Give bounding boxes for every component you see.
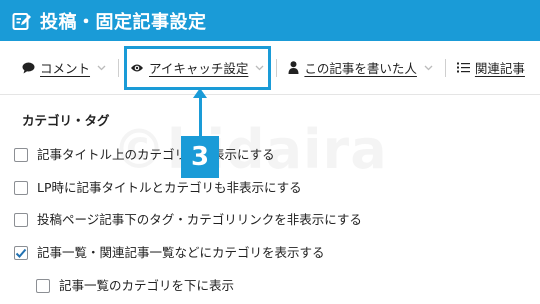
list-icon (456, 62, 470, 73)
option-label: 投稿ページ記事下のタグ・カテゴリリンクを非表示にする (37, 211, 362, 227)
option-show-category-in-lists[interactable]: 記事一覧・関連記事一覧などにカテゴリを表示する (14, 246, 325, 260)
option-label: 記事タイトル上のカテゴリを非表示にする (37, 146, 275, 162)
page-title: 投稿・固定記事設定 (40, 11, 207, 33)
chevron-down-icon (255, 65, 264, 71)
tab-label: 関連記事 (474, 61, 525, 76)
edit-note-icon (12, 11, 32, 31)
tab-divider (118, 58, 120, 77)
checkbox[interactable] (36, 279, 50, 293)
checkbox[interactable] (14, 246, 28, 260)
option-show-category-below[interactable]: 記事一覧のカテゴリを下に表示 (36, 279, 234, 293)
checkbox[interactable] (14, 213, 28, 227)
checkbox[interactable] (14, 148, 28, 162)
section-title: カテゴリ・タグ (22, 113, 110, 128)
arrow-line (199, 94, 202, 136)
option-label: LP時に記事タイトルとカテゴリも非表示にする (37, 179, 302, 195)
tab-label: アイキャッチ設定 (149, 61, 249, 76)
eye-icon (130, 63, 144, 73)
tab-label: この記事を書いた人 (304, 61, 417, 76)
tab-label: コメント (40, 61, 91, 76)
option-hide-tag-category-links[interactable]: 投稿ページ記事下のタグ・カテゴリリンクを非表示にする (14, 213, 362, 227)
option-hide-category-above-title[interactable]: 記事タイトル上のカテゴリを非表示にする (14, 148, 275, 162)
chevron-down-icon (424, 65, 433, 71)
tab-divider (444, 58, 446, 77)
tab-author[interactable]: この記事を書いた人 (288, 58, 433, 77)
chevron-down-icon (97, 65, 106, 71)
checkbox[interactable] (14, 181, 28, 195)
tab-divider (276, 58, 278, 77)
tab-related-posts[interactable]: 関連記事 (456, 58, 525, 77)
option-hide-title-on-lp[interactable]: LP時に記事タイトルとカテゴリも非表示にする (14, 181, 302, 195)
option-label: 記事一覧のカテゴリを下に表示 (59, 277, 235, 293)
tab-comment[interactable]: コメント (22, 58, 106, 77)
speech-bubble-icon (22, 62, 35, 74)
step-number-badge: 3 (181, 136, 219, 178)
checkmark-icon (15, 248, 27, 258)
settings-header: 投稿・固定記事設定 (0, 0, 540, 41)
option-label: 記事一覧・関連記事一覧などにカテゴリを表示する (37, 244, 325, 260)
settings-tabs: コメント アイキャッチ設定 この記事を書いた人 関連記事 (0, 41, 540, 95)
tab-eyecatch[interactable]: アイキャッチ設定 (130, 58, 264, 77)
user-icon (288, 61, 299, 74)
